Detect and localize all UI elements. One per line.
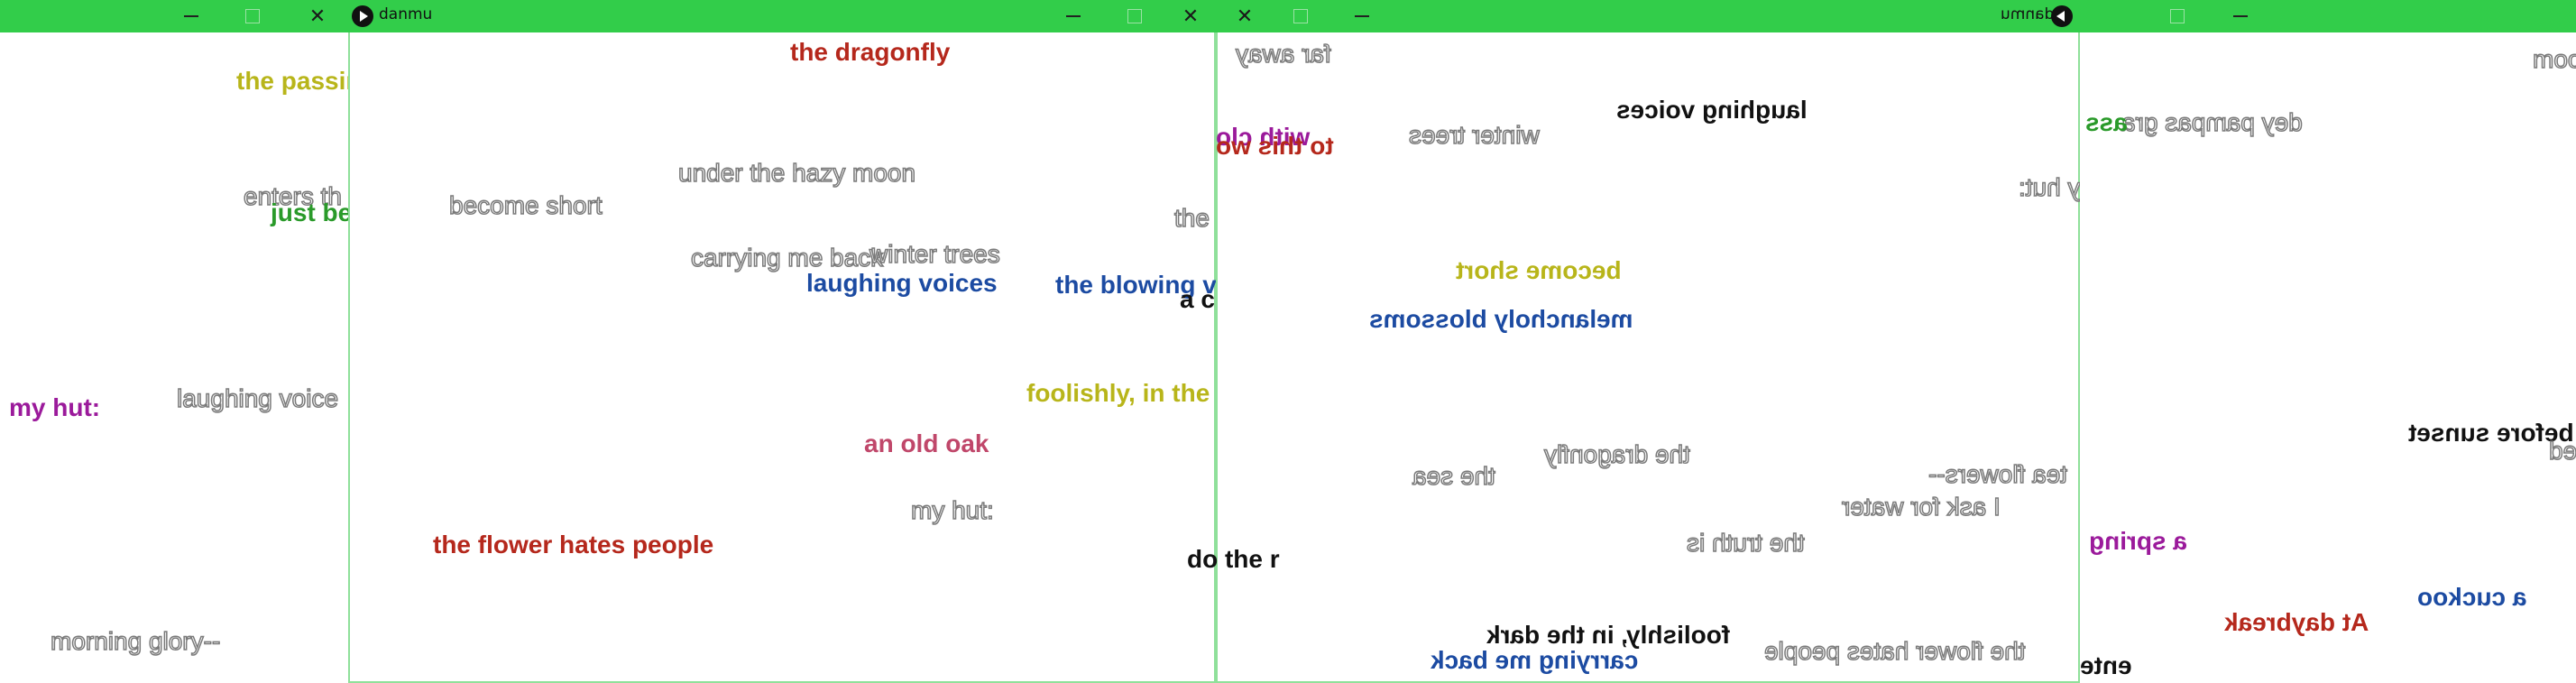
danmu-text: winter trees xyxy=(869,240,1000,268)
danmu-text: foolishly, in the dark xyxy=(1486,621,1731,649)
danmu-text: the dragonfly xyxy=(1543,439,1690,469)
danmu-text: my hut: xyxy=(910,496,994,524)
danmu-text: a spring xyxy=(2089,527,2187,555)
danmu-text: laughing voices xyxy=(806,269,998,297)
danmu-text: the flower hates people xyxy=(433,531,714,558)
maximize-icon[interactable] xyxy=(2150,0,2204,32)
danmu-text: winter trees xyxy=(1408,120,1540,150)
danmu-text: under the hazy moon xyxy=(677,159,916,187)
danmu-text: ass xyxy=(2085,108,2128,136)
danmu-text: foolishly, in the xyxy=(1026,379,1210,407)
danmu-text: tea flowers-- xyxy=(1927,459,2068,489)
danmu-text: to this wo xyxy=(1216,132,1334,160)
play-icon xyxy=(2051,5,2073,27)
danmu-text: the xyxy=(1173,204,1210,232)
danmu-text: the passin xyxy=(236,67,362,95)
danmu-text: do the r xyxy=(1187,545,1280,573)
window-border xyxy=(348,32,1216,683)
danmu-text: laughing voices xyxy=(1616,96,1808,124)
danmu-text: just be xyxy=(271,198,353,226)
danmu-text: the truth is xyxy=(1686,528,1805,558)
danmu-text: ente xyxy=(2080,651,2132,679)
danmu-text: At daybreak xyxy=(2224,608,2369,636)
danmu-text: a cuckoo xyxy=(2417,583,2527,611)
danmu-text: carrying me back xyxy=(690,244,884,272)
danmu-text: become short xyxy=(1456,256,1622,284)
window-title: danmu xyxy=(379,5,433,23)
danmu-text: the dragonfly xyxy=(790,38,951,66)
danmu-text: I ask for water xyxy=(1841,492,2001,521)
play-icon xyxy=(352,5,373,27)
danmu-text: ed xyxy=(2548,436,2576,466)
minimize-icon[interactable] xyxy=(164,0,218,32)
window-title-bar[interactable]: danmu ✕ xyxy=(348,0,1216,32)
danmu-text: dey pampas gra xyxy=(2121,107,2303,137)
maximize-button[interactable] xyxy=(1108,0,1162,32)
danmu-text: laughing voice xyxy=(176,384,339,412)
danmu-text: become short xyxy=(448,191,603,219)
minimize-button[interactable] xyxy=(1046,0,1100,32)
danmu-window-2: ✕ danmu far away with clo to this wo lau… xyxy=(1216,0,2080,683)
close-button[interactable]: ✕ xyxy=(1164,0,1216,32)
danmu-text: the flower hates people xyxy=(1763,636,2026,666)
close-icon[interactable]: ✕ xyxy=(290,0,345,32)
window-title: danmu xyxy=(2001,5,2055,23)
danmu-text: melancholy blossoms xyxy=(1369,305,1633,333)
maximize-button[interactable] xyxy=(1274,0,1328,32)
danmu-text: morning glory-- xyxy=(50,627,221,655)
window-border xyxy=(1216,32,2080,683)
danmu-text: y hut: xyxy=(2018,172,2080,202)
danmu-text: a c xyxy=(1180,285,1215,313)
close-button[interactable]: ✕ xyxy=(1218,0,1272,32)
danmu-text: my hut: xyxy=(9,393,101,421)
minimize-button[interactable] xyxy=(1335,0,1389,32)
danmu-text: an old oak xyxy=(864,429,989,457)
window-title-bar[interactable]: ✕ danmu xyxy=(1216,0,2080,32)
maximize-icon[interactable] xyxy=(225,0,280,32)
danmu-text: carrying me back xyxy=(1431,646,1639,674)
minimize-icon[interactable] xyxy=(2213,0,2268,32)
danmu-text: moo xyxy=(2532,45,2576,73)
danmu-text: the sea xyxy=(1412,461,1495,491)
danmu-text: far away xyxy=(1235,39,1331,69)
danmu-window-1: danmu ✕ the dragonfly under the hazy moo… xyxy=(348,0,1216,683)
